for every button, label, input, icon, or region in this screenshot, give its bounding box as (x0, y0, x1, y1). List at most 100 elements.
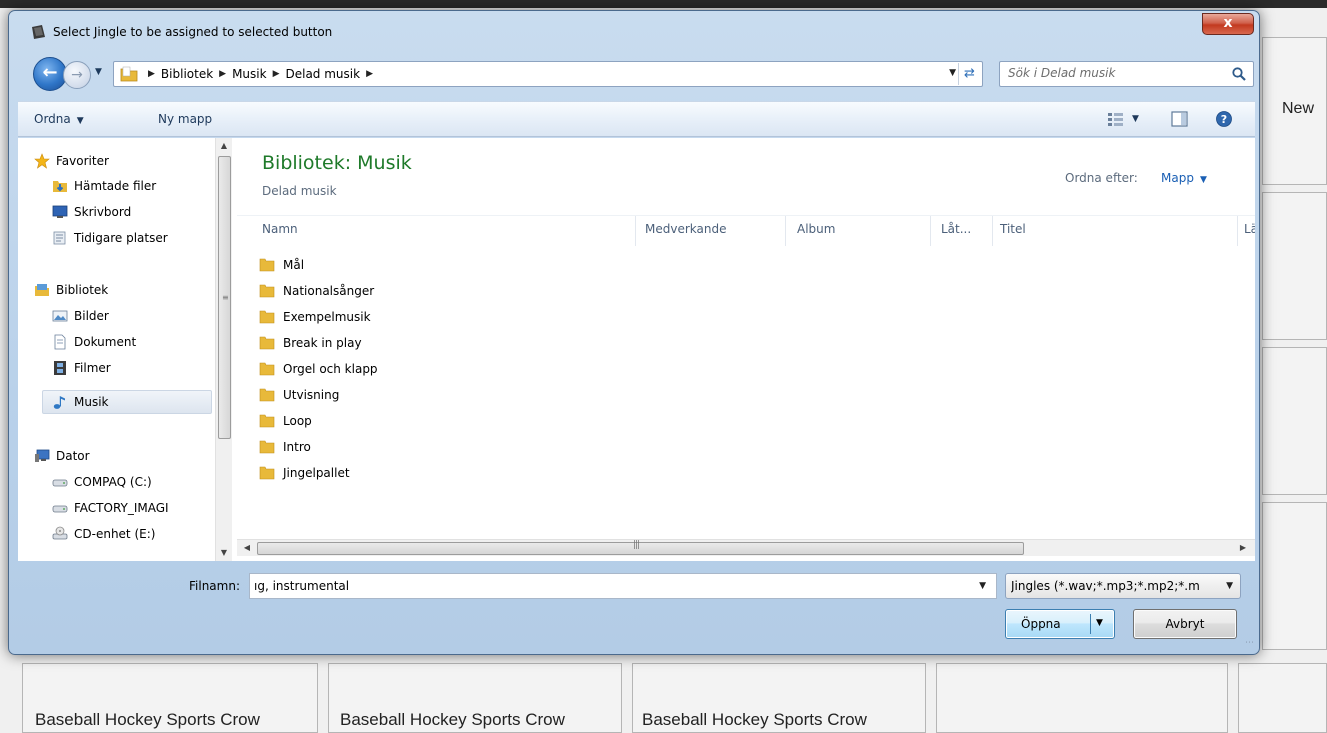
column-header-name[interactable]: Namn (262, 222, 298, 236)
nav-computer[interactable]: Dator (34, 444, 90, 468)
filename-input[interactable] (254, 579, 954, 593)
view-dropdown-icon[interactable]: ▼ (1132, 114, 1139, 124)
address-dropdown-icon[interactable]: ▼ (949, 68, 956, 78)
list-item[interactable]: Loop (259, 410, 312, 432)
address-bar[interactable]: ▶ Bibliotek ▶ Musik ▶ Delad musik ▶ ▼ ⇄ (113, 61, 983, 87)
column-header-title[interactable]: Titel (1000, 222, 1026, 236)
nav-item-recent-places[interactable]: Tidigare platser (52, 226, 168, 250)
open-button-label: Öppna (1021, 617, 1061, 631)
background-cell[interactable] (1262, 192, 1327, 340)
recent-locations-dropdown[interactable]: ▼ (95, 67, 102, 77)
nav-item-label: COMPAQ (C:) (74, 475, 152, 489)
list-item[interactable]: Intro (259, 436, 311, 458)
column-header-artist[interactable]: Medverkande (645, 222, 726, 236)
list-item[interactable]: Break in play (259, 332, 362, 354)
list-item[interactable]: Nationalsånger (259, 280, 374, 302)
breadcrumb: ▶ Bibliotek ▶ Musik ▶ Delad musik ▶ (144, 67, 379, 81)
column-header-track[interactable]: Låt... (941, 222, 971, 236)
nav-item-documents[interactable]: Dokument (52, 330, 136, 354)
hard-drive-icon (52, 479, 68, 487)
nav-item-desktop[interactable]: Skrivbord (52, 200, 131, 224)
help-icon[interactable]: ? (1214, 110, 1234, 128)
background-cell[interactable] (1238, 663, 1327, 733)
column-header-album[interactable]: Album (797, 222, 835, 236)
background-cell[interactable] (936, 663, 1228, 733)
chevron-right-icon[interactable]: ▶ (273, 69, 280, 79)
column-divider[interactable] (635, 216, 636, 246)
close-button[interactable]: x (1202, 13, 1254, 35)
nav-item-label: Hämtade filer (74, 179, 157, 193)
scroll-right-icon[interactable]: ▶ (1235, 540, 1251, 556)
title-bar[interactable]: Select Jingle to be assigned to selected… (9, 11, 1259, 53)
nav-item-drive-c[interactable]: COMPAQ (C:) (52, 470, 152, 494)
scroll-left-icon[interactable]: ◀ (239, 540, 255, 556)
list-item[interactable]: Mål (259, 254, 304, 276)
background-button-label: Baseball Hockey Sports Crow (340, 710, 565, 729)
resize-grip-icon[interactable]: ⋯ (1245, 638, 1254, 648)
column-divider[interactable] (1237, 216, 1238, 246)
chevron-down-icon[interactable]: ▼ (979, 581, 986, 591)
folder-name: Nationalsånger (283, 284, 375, 298)
column-divider[interactable] (992, 216, 993, 246)
nav-item-pictures[interactable]: Bilder (52, 304, 109, 328)
cd-drive-icon (52, 526, 68, 540)
folder-name: Utvisning (283, 388, 340, 402)
chevron-right-icon[interactable]: ▶ (366, 69, 373, 79)
nav-item-cd-drive[interactable]: CD-enhet (E:) (52, 522, 155, 546)
breadcrumb-item[interactable]: Musik (232, 67, 267, 81)
view-options-icon[interactable] (1106, 110, 1126, 128)
nav-item-music[interactable]: Musik (42, 390, 212, 414)
scroll-up-icon[interactable]: ▲ (216, 138, 232, 154)
column-header-divider (237, 215, 1255, 216)
folder-name: Break in play (283, 336, 362, 350)
background-cell[interactable] (1262, 347, 1327, 495)
split-divider (1090, 614, 1091, 634)
breadcrumb-item[interactable]: Delad musik (286, 67, 361, 81)
column-header-length[interactable]: Lä (1244, 222, 1255, 236)
scroll-down-icon[interactable]: ▼ (216, 545, 232, 561)
refresh-button[interactable]: ⇄ (958, 63, 980, 85)
folder-icon (120, 66, 138, 82)
file-list-scrollbar[interactable]: ◀ ||| ▶ (237, 539, 1255, 556)
list-item[interactable]: Utvisning (259, 384, 339, 406)
filename-combobox[interactable]: ▼ (249, 573, 997, 599)
sort-dropdown[interactable]: Mapp ▼ (1161, 171, 1207, 185)
cancel-button[interactable]: Avbryt (1133, 609, 1237, 639)
nav-libraries[interactable]: Bibliotek (34, 278, 108, 302)
nav-item-label: Skrivbord (74, 205, 132, 219)
list-item[interactable]: Jingelpallet (259, 462, 350, 484)
list-item[interactable]: Exempelmusik (259, 306, 371, 328)
column-divider[interactable] (785, 216, 786, 246)
scrollbar-thumb[interactable]: ≡ (218, 156, 231, 439)
chevron-right-icon[interactable]: ▶ (148, 69, 155, 79)
back-button[interactable]: ← (33, 57, 67, 91)
search-icon[interactable] (1231, 66, 1247, 82)
background-new-label[interactable]: New (1282, 100, 1314, 118)
open-options-dropdown[interactable]: ▼ (1096, 618, 1103, 628)
new-folder-button[interactable]: Ny mapp (158, 112, 212, 126)
file-type-select[interactable]: Jingles (*.wav;*.mp3;*.mp2;*.m ▼ (1005, 573, 1241, 599)
scrollbar-thumb[interactable]: ||| (257, 540, 1024, 555)
open-button[interactable]: Öppna ▼ (1005, 609, 1115, 639)
nav-item-drive-factory[interactable]: FACTORY_IMAGI (52, 496, 169, 520)
list-item[interactable]: Orgel och klapp (259, 358, 378, 380)
preview-pane-icon[interactable] (1170, 110, 1190, 128)
column-divider[interactable] (930, 216, 931, 246)
nav-item-downloads[interactable]: Hämtade filer (52, 174, 156, 198)
search-input[interactable] (1008, 66, 1218, 80)
nav-computer-label: Dator (56, 449, 90, 463)
downloads-folder-icon (53, 181, 67, 192)
nav-favorites[interactable]: Favoriter (34, 149, 109, 173)
file-type-value: Jingles (*.wav;*.mp3;*.mp2;*.m (1011, 579, 1200, 593)
documents-icon (54, 334, 66, 350)
breadcrumb-item[interactable]: Bibliotek (161, 67, 213, 81)
folder-icon (259, 310, 275, 324)
search-box[interactable] (999, 61, 1254, 87)
forward-button[interactable]: → (63, 61, 91, 89)
organize-button[interactable]: Ordna ▼ (34, 112, 84, 126)
background-cell[interactable] (1262, 502, 1327, 650)
chevron-right-icon[interactable]: ▶ (219, 69, 226, 79)
content-area: Favoriter Hämtade filer Skrivbord Tidiga… (18, 138, 1255, 561)
nav-item-videos[interactable]: Filmer (52, 356, 111, 380)
nav-pane-scrollbar[interactable]: ▲ ≡ ▼ (215, 138, 232, 561)
